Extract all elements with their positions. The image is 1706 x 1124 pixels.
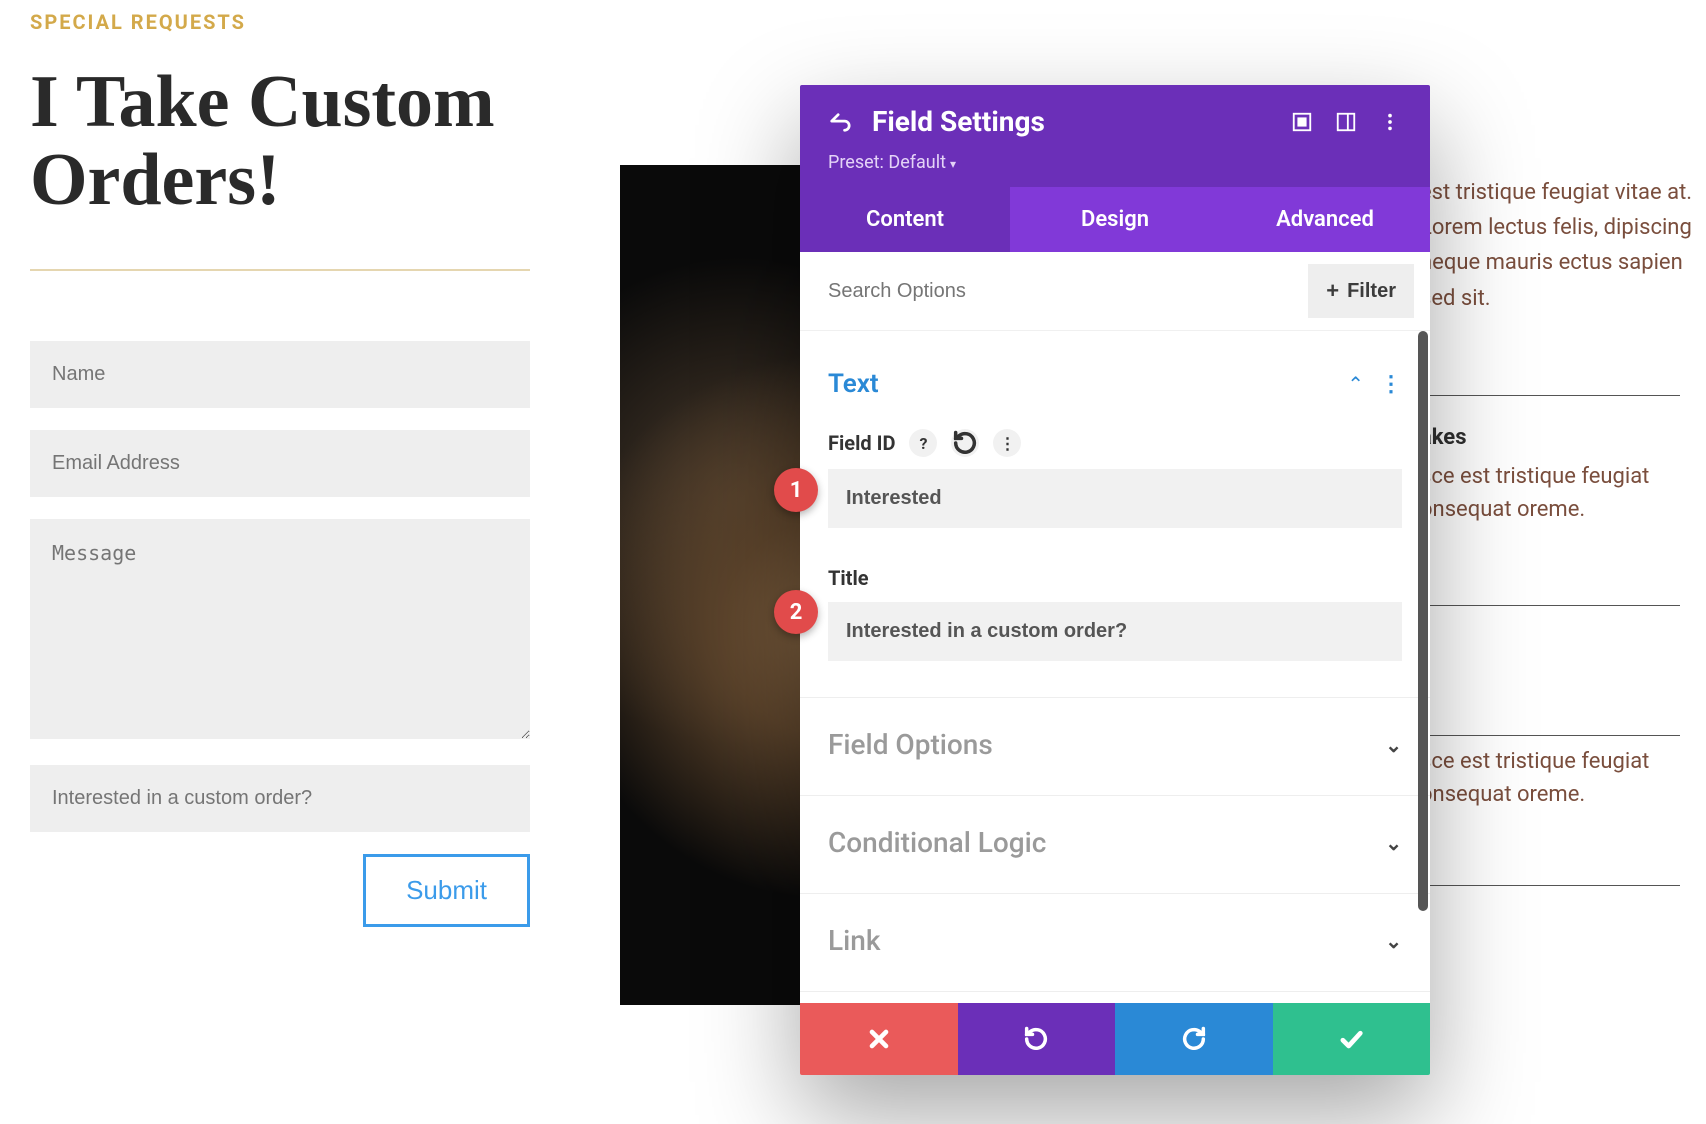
right-para: est tristique feugiat vitae at. Lorem le… [1420,175,1700,316]
modal-title: Field Settings [872,105,1270,138]
annotation-badge-1: 1 [774,468,818,512]
separator [800,991,1430,992]
chevron-down-icon: ⌄ [1385,831,1402,855]
field-id-label-row: Field ID ? ⋮ [828,429,1402,457]
modal-footer [800,1003,1430,1075]
title-input[interactable] [828,602,1402,661]
scrollbar[interactable] [1418,331,1428,1003]
section-conditional-logic[interactable]: Conditional Logic ⌄ [828,800,1402,885]
save-button[interactable] [1273,1003,1431,1075]
reset-icon[interactable] [951,429,979,457]
title-label-row: Title [828,566,1402,590]
page-headline: I Take Custom Orders! [30,64,530,219]
field-id-input[interactable] [828,469,1402,528]
cancel-button[interactable] [800,1003,958,1075]
right-item-body-2: sce est tristique feugiat onsequat oreme… [1420,745,1680,811]
email-input[interactable] [30,430,530,497]
modal-tabs: Content Design Advanced [800,187,1430,252]
section-link-title: Link [828,924,1385,957]
section-background[interactable]: Background ⌄ [828,996,1402,1003]
interested-input[interactable] [30,765,530,832]
tab-advanced[interactable]: Advanced [1220,187,1430,252]
chevron-down-icon: ▾ [950,157,956,171]
chevron-down-icon: ⌄ [1385,929,1402,953]
message-textarea[interactable] [30,519,530,739]
section-link[interactable]: Link ⌄ [828,898,1402,983]
filter-label: Filter [1347,280,1396,303]
section-field-options[interactable]: Field Options ⌄ [828,702,1402,787]
separator [800,893,1430,894]
back-icon[interactable] [828,110,852,134]
modal-header: Field Settings Preset: Default ▾ [800,85,1430,187]
right-divider-4 [1420,885,1680,886]
title-label: Title [828,566,869,590]
redo-button[interactable] [1115,1003,1273,1075]
right-divider-3 [1420,735,1680,736]
section-field-options-title: Field Options [828,728,1385,761]
right-divider-1 [1420,395,1680,396]
scrollbar-thumb[interactable] [1418,331,1428,911]
tab-content[interactable]: Content [800,187,1010,252]
separator [800,795,1430,796]
name-input[interactable] [30,341,530,408]
preset-selector[interactable]: Preset: Default ▾ [828,152,1402,173]
separator [800,697,1430,698]
help-icon[interactable]: ? [909,429,937,457]
modal-scroll-area[interactable]: Text ⌃ ⋮ Field ID ? ⋮ Title Field Option… [800,331,1430,1003]
chevron-up-icon: ⌃ [1347,372,1364,396]
undo-button[interactable] [958,1003,1116,1075]
right-item-body-1: sce est tristique feugiat onsequat oreme… [1420,460,1680,526]
section-kebab-icon[interactable]: ⋮ [1380,372,1402,397]
left-column: SPECIAL REQUESTS I Take Custom Orders! S… [30,0,530,927]
divider [30,269,530,271]
section-text-title: Text [828,369,1347,399]
dock-icon[interactable] [1334,110,1358,134]
section-conditional-logic-title: Conditional Logic [828,826,1385,859]
tab-design[interactable]: Design [1010,187,1220,252]
field-id-label: Field ID [828,431,895,455]
chevron-down-icon: ⌄ [1385,733,1402,757]
search-options-input[interactable] [816,266,1296,317]
kebab-menu-icon[interactable] [1378,110,1402,134]
filter-button[interactable]: + Filter [1308,264,1414,318]
section-text-header[interactable]: Text ⌃ ⋮ [828,349,1402,419]
field-kebab-icon[interactable]: ⋮ [993,429,1021,457]
right-divider-2 [1420,605,1680,606]
preset-label: Preset: Default [828,152,946,173]
plus-icon: + [1326,278,1339,304]
annotation-badge-2: 2 [774,590,818,634]
eyebrow-text: SPECIAL REQUESTS [30,10,530,34]
search-row: + Filter [800,252,1430,331]
expand-icon[interactable] [1290,110,1314,134]
field-settings-modal: Field Settings Preset: Default ▾ Content … [800,85,1430,1075]
submit-button[interactable]: Submit [363,854,530,927]
